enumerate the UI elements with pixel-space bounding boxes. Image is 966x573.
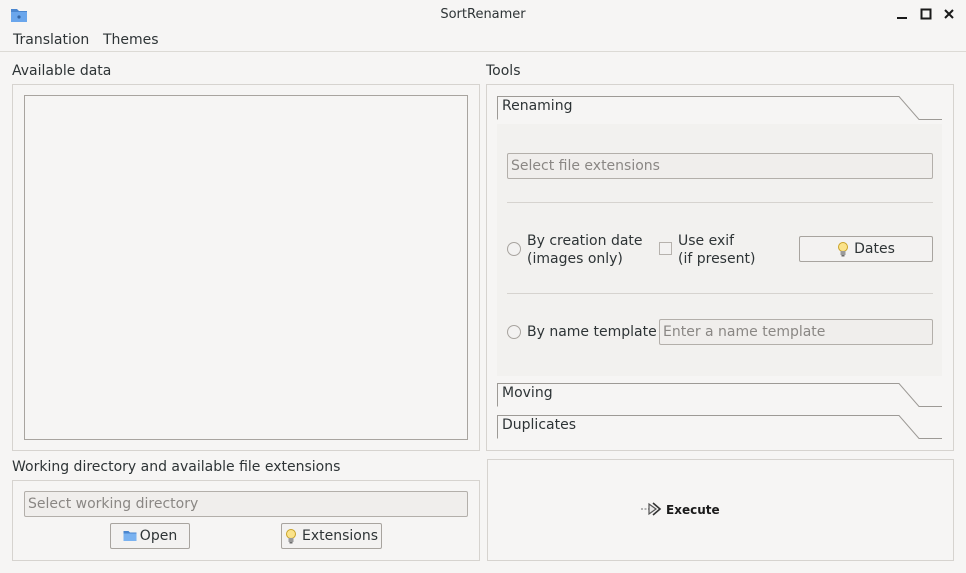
- by-creation-date-line2: (images only): [527, 251, 623, 267]
- duplicates-section-label: Duplicates: [502, 417, 576, 433]
- menu-translation[interactable]: Translation: [13, 32, 89, 48]
- separator: [507, 202, 933, 203]
- name-template-input[interactable]: Enter a name template: [659, 319, 933, 345]
- open-button-label: Open: [139, 528, 178, 544]
- lightbulb-icon: [285, 528, 299, 544]
- duplicates-section-header[interactable]: Duplicates: [497, 415, 942, 439]
- by-creation-date-line1: By creation date: [527, 233, 643, 249]
- renaming-section-header[interactable]: Renaming: [497, 96, 942, 120]
- extensions-button[interactable]: Extensions: [281, 523, 382, 549]
- available-data-label: Available data: [12, 63, 112, 79]
- renaming-section-label: Renaming: [502, 98, 573, 114]
- use-exif-label: Use exif (if present): [678, 232, 755, 268]
- by-name-template-label: By name template: [527, 324, 657, 340]
- tools-label: Tools: [486, 63, 521, 79]
- by-creation-date-radio[interactable]: [507, 242, 521, 256]
- lightbulb-icon: [837, 241, 851, 257]
- execute-frame: [487, 459, 954, 561]
- arrow-right-icon: [640, 500, 662, 521]
- execute-button[interactable]: Execute: [640, 500, 720, 520]
- working-dir-input[interactable]: Select working directory: [24, 491, 468, 517]
- title-bar: SortRenamer: [0, 0, 966, 30]
- menu-bar: Translation Themes: [0, 30, 966, 52]
- folder-icon: [123, 529, 137, 544]
- use-exif-checkbox[interactable]: [659, 242, 672, 255]
- execute-label: Execute: [666, 503, 720, 517]
- by-creation-date-label: By creation date (images only): [527, 232, 643, 268]
- by-name-template-radio[interactable]: [507, 325, 521, 339]
- moving-section-label: Moving: [502, 385, 553, 401]
- moving-section-header[interactable]: Moving: [497, 383, 942, 407]
- close-icon: [944, 9, 954, 19]
- available-data-list[interactable]: [24, 95, 468, 440]
- minimize-icon: [897, 17, 907, 19]
- use-exif-line1: Use exif: [678, 233, 735, 249]
- separator: [507, 293, 933, 294]
- file-extensions-input[interactable]: Select file extensions: [507, 153, 933, 179]
- use-exif-line2: (if present): [678, 251, 756, 267]
- working-dir-label: Working directory and available file ext…: [12, 459, 341, 475]
- menu-themes[interactable]: Themes: [103, 32, 159, 48]
- close-button[interactable]: [941, 6, 957, 22]
- window-title: SortRenamer: [440, 7, 526, 22]
- dates-button[interactable]: Dates: [799, 236, 933, 262]
- extensions-button-label: Extensions: [301, 528, 379, 544]
- dates-button-label: Dates: [854, 241, 895, 257]
- open-button[interactable]: Open: [110, 523, 190, 549]
- minimize-button[interactable]: [894, 6, 910, 22]
- maximize-button[interactable]: [918, 6, 934, 22]
- maximize-icon: [920, 8, 932, 20]
- expander-tab-shape: [497, 383, 942, 407]
